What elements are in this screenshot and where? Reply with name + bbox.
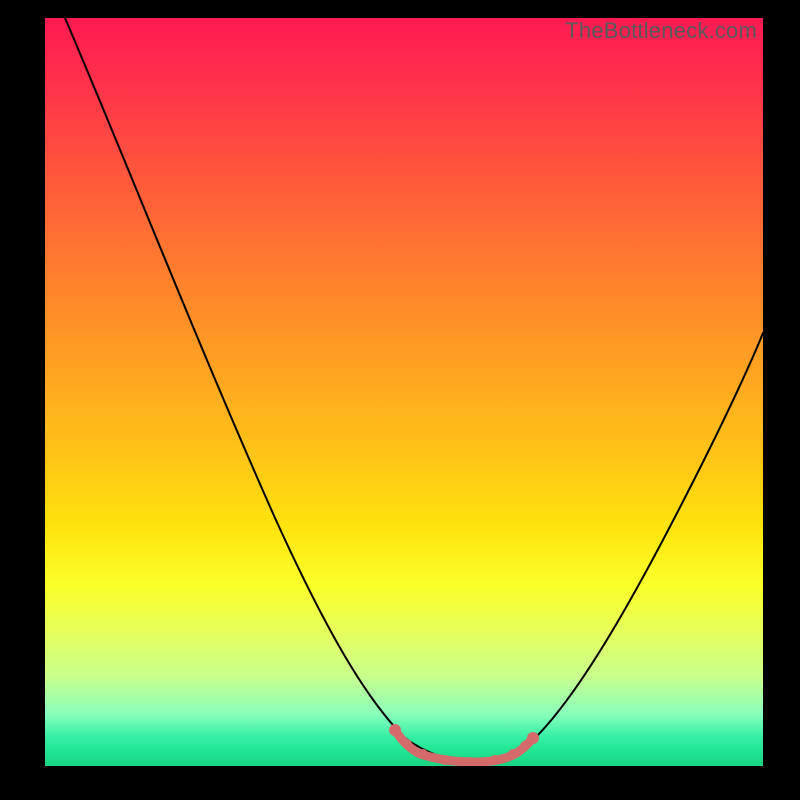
tolerance-dot: [490, 755, 500, 765]
bottleneck-curve: [45, 18, 763, 766]
plot-area: TheBottleneck.com: [45, 18, 763, 766]
tolerance-dot: [508, 749, 518, 759]
tolerance-dot: [520, 741, 530, 751]
curve-left-branch: [65, 18, 465, 760]
tolerance-dot: [527, 732, 539, 744]
chart-frame: TheBottleneck.com: [0, 0, 800, 800]
curve-right-branch: [465, 333, 763, 760]
tolerance-dot: [389, 724, 401, 736]
tolerance-dot: [402, 739, 412, 749]
tolerance-dot: [440, 755, 450, 765]
tolerance-dot: [418, 749, 428, 759]
